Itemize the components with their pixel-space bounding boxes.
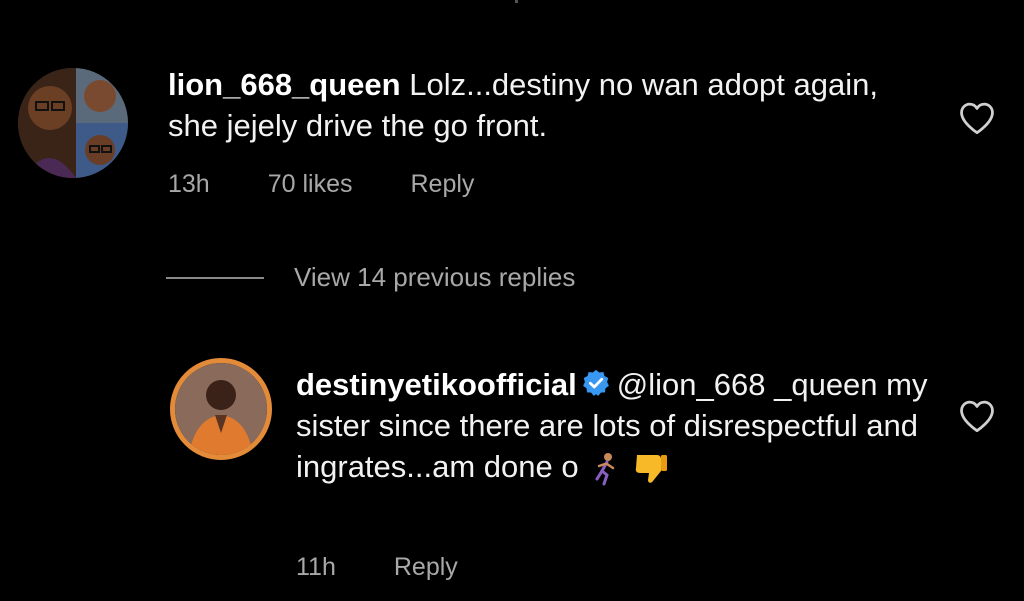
avatar-portrait-icon — [175, 363, 267, 455]
comment-meta: 11h Reply — [296, 553, 516, 582]
timestamp: 11h — [296, 553, 336, 581]
reply-button[interactable]: Reply — [410, 170, 474, 199]
avatar[interactable] — [18, 68, 128, 178]
replies-divider-line — [166, 276, 264, 279]
comment-destinyetikoofficial: destinyetikoofficial @lion_668 _queen my… — [0, 340, 1024, 601]
heart-icon[interactable] — [958, 399, 996, 433]
thumbs-down-icon — [635, 454, 667, 483]
username[interactable]: destinyetikoofficial — [296, 367, 577, 402]
comment-meta: 13h 70 likes Reply — [168, 170, 532, 199]
view-previous-replies[interactable]: View 14 previous replies — [166, 262, 575, 293]
username[interactable]: lion_668_queen — [168, 67, 401, 102]
comment-lion-668-queen: lion_668_queen Lolz...destiny no wan ado… — [0, 0, 1024, 230]
like-count[interactable]: 70 likes — [268, 170, 353, 199]
reply-button[interactable]: Reply — [394, 553, 458, 582]
running-woman-icon — [595, 452, 614, 486]
avatar-collage-icon — [18, 68, 128, 178]
timestamp: 13h — [168, 170, 210, 198]
heart-icon[interactable] — [958, 101, 996, 135]
comment-text: destinyetikoofficial @lion_668 _queen my… — [296, 364, 936, 489]
avatar[interactable] — [170, 358, 272, 460]
view-replies-label[interactable]: View 14 previous replies — [294, 262, 575, 293]
verified-badge-icon — [582, 369, 609, 396]
comment-text: lion_668_queen Lolz...destiny no wan ado… — [168, 64, 908, 146]
mention-link[interactable]: @lion_668 _queen — [617, 367, 878, 402]
